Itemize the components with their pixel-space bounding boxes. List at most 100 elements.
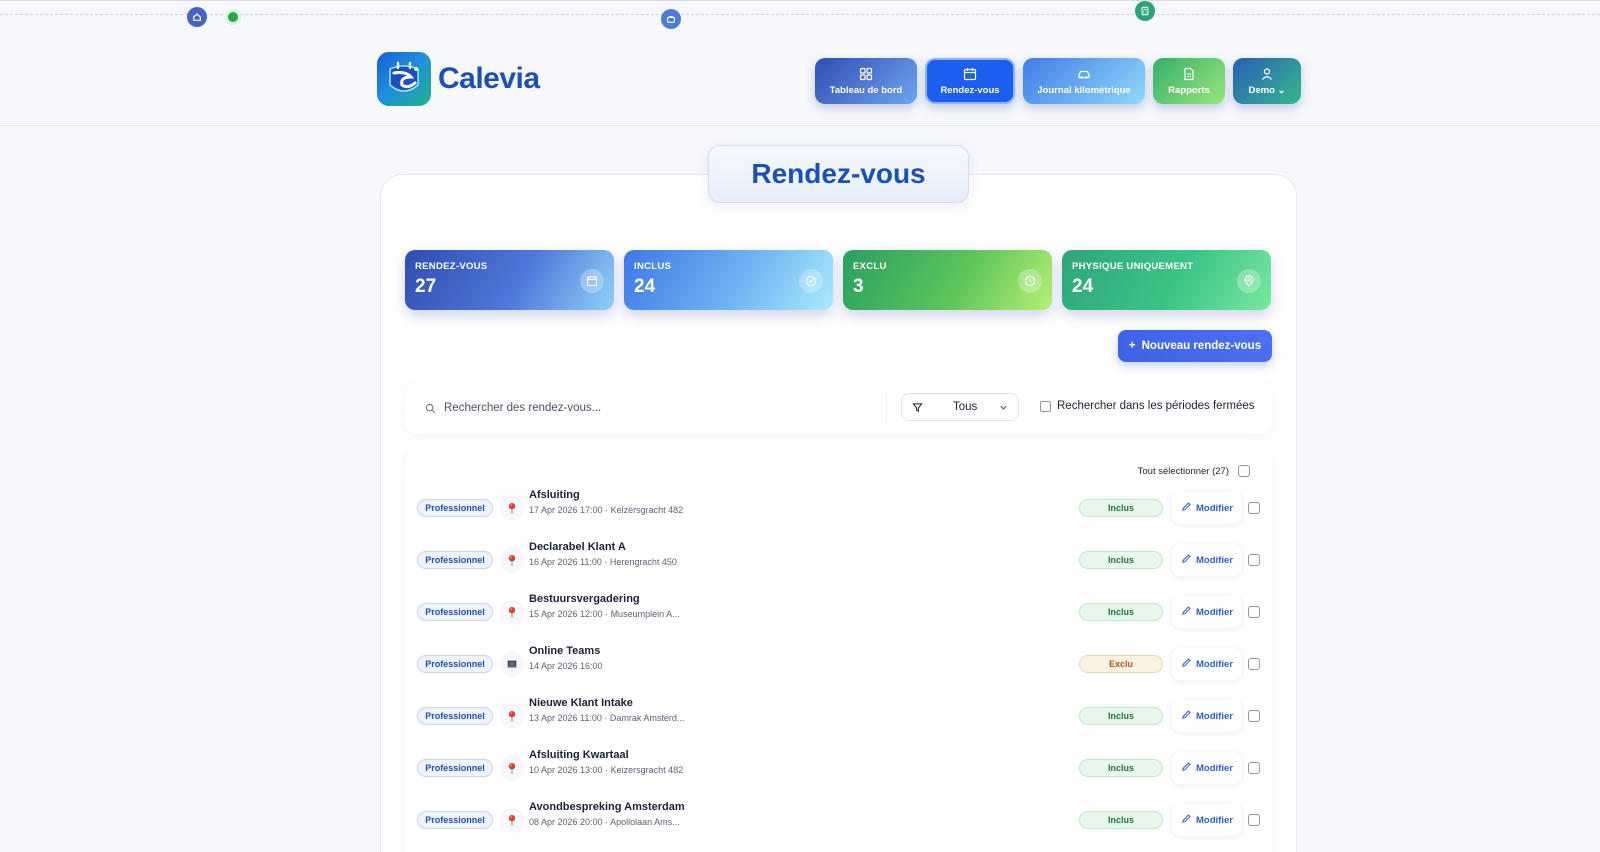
closed-periods-checkbox[interactable] [1040,400,1051,412]
page-title-box: Rendez-vous [708,145,969,203]
stat-appointments: RENDEZ-VOUS 27 [405,250,614,310]
list-item[interactable]: Professionnel Declarabel Klant A 16 Apr 20… [405,530,1272,582]
list-item[interactable]: Professionnel Afsluiting 17 Apr 2026 17:00… [405,478,1272,530]
brand-logo[interactable]: Calevia [377,52,540,106]
edit-label: Modifier [1196,762,1233,774]
edit-button[interactable]: Modifier [1172,804,1242,836]
pencil-icon [1181,709,1192,723]
appointment-details: 13 Apr 2026 11:00 · Damrak Amsterd... [529,713,685,723]
list-item[interactable]: Professionnel Nieuwe Klant Intake 13 Apr 2… [405,686,1272,738]
location-pin-icon [500,756,524,780]
row-checkbox[interactable] [1248,762,1260,774]
category-badge: Professionnel [417,811,493,829]
briefcase-icon [661,9,681,29]
appointment-title: Declarabel Klant A [529,541,626,553]
row-checkbox[interactable] [1248,554,1260,566]
dashboard-icon [859,67,873,80]
nav-dashboard[interactable]: Tableau de bord [815,58,917,104]
nav-reports-label: Rapports [1168,84,1210,96]
pencil-icon [1181,553,1192,567]
row-checkbox[interactable] [1248,814,1260,826]
main-nav: Tableau de bord Rendez-vous Journal kilo… [815,58,1301,104]
row-checkbox[interactable] [1248,502,1260,514]
select-all-toggle[interactable]: Tout sélectionner (27) [1138,465,1250,477]
status-badge: Inclus [1079,811,1163,829]
location-pin-icon [500,808,524,832]
status-badge: Exclu [1079,655,1163,673]
status-badge: Inclus [1079,499,1163,517]
status-badge: Inclus [1079,707,1163,725]
edit-button[interactable]: Modifier [1172,752,1242,784]
top-progress-strip [0,0,1600,34]
location-pin-icon [500,548,524,572]
category-badge: Professionnel [417,603,493,621]
appointments-list: Tout sélectionner (27) Professionnel Afsl… [405,452,1272,852]
app-header: Calevia Tableau de bord Rendez-vous Jour… [0,34,1600,126]
nav-mileage-log[interactable]: Journal kilométrique [1023,58,1145,104]
calculator-icon [1135,1,1155,21]
home-icon [187,7,207,27]
category-badge: Professionnel [417,707,493,725]
nav-appointments-label: Rendez-vous [940,84,1000,96]
stat-label: RENDEZ-VOUS [415,261,488,272]
edit-button[interactable]: Modifier [1172,596,1242,628]
edit-label: Modifier [1196,502,1233,514]
page-title: Rendez-vous [751,158,926,189]
type-filter-select[interactable]: Tous [901,393,1019,421]
edit-label: Modifier [1196,658,1233,670]
laptop-icon [500,652,524,676]
row-checkbox[interactable] [1248,710,1260,722]
select-all-label: Tout sélectionner (27) [1137,465,1229,477]
search-box [417,393,887,423]
nav-dashboard-label: Tableau de bord [829,84,903,96]
filter-icon [912,402,923,412]
appointment-title: Afsluiting [529,489,580,501]
list-item[interactable]: Professionnel Bestuursvergadering 15 Apr 2… [405,582,1272,634]
nav-user-label: Demo ⌄ [1248,85,1285,96]
location-pin-icon [500,704,524,728]
logo-icon [377,52,431,106]
pencil-icon [1181,813,1192,827]
nav-user-menu[interactable]: Demo ⌄ [1233,58,1301,104]
row-checkbox[interactable] [1248,606,1260,618]
edit-button[interactable]: Modifier [1172,492,1242,524]
appointment-details: 17 Apr 2026 17:00 · Keizersgracht 482 [529,505,684,515]
search-input[interactable] [444,402,864,414]
edit-button[interactable]: Modifier [1172,544,1242,576]
closed-periods-toggle[interactable]: Rechercher dans les périodes fermées [1040,400,1255,412]
chevron-down-icon: ⌄ [1277,84,1286,96]
appointment-title: Avondbespreking Amsterdam [529,801,685,813]
list-item[interactable]: Professionnel Avondbespreking Amsterdam 08… [405,790,1272,842]
pencil-icon [1181,501,1192,515]
user-name: Demo [1248,84,1275,96]
edit-label: Modifier [1196,554,1233,566]
check-circle-icon [799,269,823,293]
edit-button[interactable]: Modifier [1172,700,1242,732]
appointment-details: 16 Apr 2026 11:00 · Herengracht 450 [529,557,677,567]
stat-included: INCLUS 24 [624,250,833,310]
pencil-icon [1181,761,1192,775]
stat-label: INCLUS [634,261,672,272]
nav-appointments[interactable]: Rendez-vous [925,58,1015,104]
appointment-details: 08 Apr 2026 20:00 · Apollolaan Ams... [529,817,680,827]
appointment-title: Bestuursvergadering [529,593,640,605]
appointment-title: Afsluiting Kwartaal [529,749,629,761]
list-item[interactable]: Professionnel Online Teams 14 Apr 2026 16:… [405,634,1272,686]
edit-button[interactable]: Modifier [1172,648,1242,680]
list-item[interactable]: Professionnel Afsluiting Kwartaal 10 Apr 2… [405,738,1272,790]
stats-row: RENDEZ-VOUS 27 INCLUS 24 EXCLU 3 PHYSIQU… [405,250,1271,310]
search-icon [425,403,436,413]
nav-reports[interactable]: Rapports [1153,58,1225,104]
stat-label: PHYSIQUE UNIQUEMENT [1072,261,1194,272]
new-appointment-label: Nouveau rendez-vous [1141,340,1262,352]
appointment-title: Nieuwe Klant Intake [529,697,633,709]
appointment-details: 10 Apr 2026 13:00 · Keizersgracht 482 [529,765,684,775]
stat-label: EXCLU [853,261,887,272]
row-checkbox[interactable] [1248,658,1260,670]
calendar-icon [580,269,604,293]
status-badge: Inclus [1079,551,1163,569]
location-pin-icon [500,496,524,520]
calendar-icon [963,67,977,80]
new-appointment-button[interactable]: + Nouveau rendez-vous [1118,330,1272,362]
select-all-checkbox[interactable] [1238,465,1250,477]
